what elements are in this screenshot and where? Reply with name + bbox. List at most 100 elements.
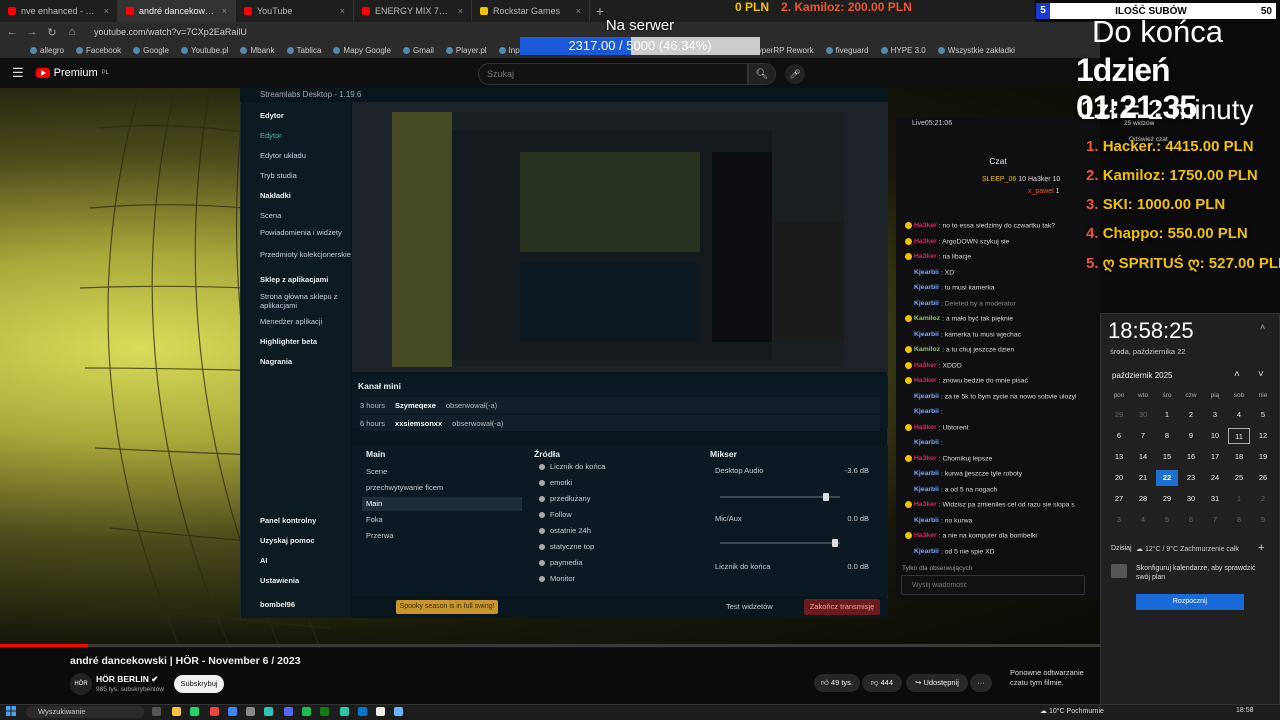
- bookmark-item[interactable]: Wszystkie zakładki: [937, 46, 1015, 55]
- url-field[interactable]: youtube.com/watch?v=7CXp2EaRailU: [94, 27, 247, 37]
- chat-username[interactable]: Ha3ker: [914, 362, 937, 369]
- chat-username[interactable]: Kjearbii: [914, 269, 939, 276]
- sidebar-item[interactable]: Edytor: [260, 131, 355, 140]
- calendar-day[interactable]: 7: [1204, 512, 1226, 528]
- chat-username[interactable]: Ha3ker: [914, 222, 937, 229]
- channel-name[interactable]: HÖR BERLIN ✔: [96, 674, 158, 685]
- scene-item[interactable]: Scene: [362, 465, 522, 479]
- search-input[interactable]: [479, 64, 719, 84]
- taskbar-search[interactable]: Wyszukiwanie: [26, 706, 144, 718]
- chat-username[interactable]: Kjearbii: [914, 408, 939, 415]
- voice-search-button[interactable]: 🎤︎: [785, 64, 805, 84]
- chat-username[interactable]: Kjearbii: [914, 439, 939, 446]
- calendar-day[interactable]: 9: [1252, 512, 1274, 528]
- subscribe-button[interactable]: Subskrybuj: [174, 675, 224, 693]
- close-icon[interactable]: ×: [340, 6, 345, 16]
- chat-username[interactable]: Ha3ker: [914, 424, 937, 431]
- calendar-day[interactable]: 15: [1156, 449, 1178, 465]
- share-button[interactable]: ↪ Udostępnij: [906, 674, 968, 692]
- sidebar-item[interactable]: Sklep z aplikacjami: [260, 275, 355, 284]
- chat-username[interactable]: Ha3ker: [914, 238, 937, 245]
- browser-tab[interactable]: andré dancekowski | HÖR - No ×: [118, 0, 236, 22]
- source-item[interactable]: przedłużany: [536, 492, 686, 506]
- chat-input[interactable]: [902, 576, 1082, 594]
- calendar-day[interactable]: 1: [1156, 407, 1178, 423]
- sidebar-item[interactable]: Powiadomienia i widżety: [260, 228, 355, 237]
- chat-username[interactable]: Kjearbii: [914, 393, 939, 400]
- calendar-day[interactable]: 29: [1108, 407, 1130, 423]
- source-item[interactable]: paymedia: [536, 556, 686, 570]
- bookmark-item[interactable]: fiveguard: [825, 46, 869, 55]
- bookmark-item[interactable]: Gmail: [403, 46, 434, 55]
- chat-username[interactable]: Ha3ker: [914, 501, 937, 508]
- calendar-day[interactable]: 10: [1204, 428, 1226, 444]
- calendar-day[interactable]: 24: [1204, 470, 1226, 486]
- forward-icon[interactable]: →: [26, 26, 38, 38]
- calendar-day[interactable]: 9: [1180, 428, 1202, 444]
- calendar-day[interactable]: 13: [1108, 449, 1130, 465]
- chat-username[interactable]: Kjearbii: [914, 300, 939, 307]
- chat-username[interactable]: Ha3ker: [914, 532, 937, 539]
- chat-username[interactable]: Ha3ker: [914, 455, 937, 462]
- calendar-day[interactable]: 21: [1132, 470, 1154, 486]
- chrome-icon[interactable]: [228, 707, 237, 716]
- calendar-day[interactable]: 30: [1132, 407, 1154, 423]
- source-item[interactable]: Licznik do końca: [536, 460, 686, 474]
- prev-month-icon[interactable]: ˄: [1234, 369, 1240, 380]
- calendar-day[interactable]: 30: [1180, 491, 1202, 507]
- app-icon-2[interactable]: [246, 707, 255, 716]
- back-icon[interactable]: ←: [6, 26, 18, 38]
- calendar-day[interactable]: 5: [1252, 407, 1274, 423]
- dislike-button[interactable]: 👎︎ 444: [862, 674, 902, 692]
- chat-username[interactable]: Ha3ker: [914, 253, 937, 260]
- calendar-day[interactable]: 5: [1156, 512, 1178, 528]
- volume-knob[interactable]: [832, 539, 839, 547]
- browser-tab[interactable]: YouTube ×: [236, 0, 354, 22]
- bookmark-item[interactable]: Google: [133, 46, 169, 55]
- calendar-day[interactable]: 1: [1228, 491, 1250, 507]
- calendar-day[interactable]: 3: [1108, 512, 1130, 528]
- close-icon[interactable]: ×: [104, 6, 109, 16]
- sidebar-item[interactable]: Highlighter beta: [260, 337, 355, 346]
- discord-icon[interactable]: [284, 707, 293, 716]
- app-icon-6[interactable]: [394, 707, 403, 716]
- chat-username[interactable]: Kjearbii: [914, 470, 939, 477]
- calendar-day[interactable]: 17: [1204, 449, 1226, 465]
- spooky-banner[interactable]: Spooky season is in full swing!: [396, 600, 498, 614]
- bookmark-item[interactable]: Facebook: [76, 46, 121, 55]
- calendar-day[interactable]: 22: [1156, 470, 1178, 486]
- calendar-day[interactable]: 19: [1252, 449, 1274, 465]
- sidebar-bottom-item[interactable]: Uzyskaj pomoc: [260, 536, 355, 545]
- calendar-day[interactable]: 25: [1228, 470, 1250, 486]
- expand-icon[interactable]: ˄: [1260, 322, 1265, 332]
- calendar-day[interactable]: 26: [1252, 470, 1274, 486]
- add-event-icon[interactable]: +: [1258, 542, 1264, 554]
- sidebar-bottom-item[interactable]: AI: [260, 556, 355, 565]
- calendar-day[interactable]: 31: [1204, 491, 1226, 507]
- calendar-day[interactable]: 16: [1180, 449, 1202, 465]
- calendar-month[interactable]: październik 2025: [1112, 371, 1172, 380]
- sidebar-item[interactable]: Nakładki: [260, 191, 355, 200]
- sidebar-bottom-item[interactable]: bombel96: [260, 600, 355, 609]
- chat-username[interactable]: Kjearbii: [914, 517, 939, 524]
- sidebar-item[interactable]: Edytor układu: [260, 151, 355, 160]
- volume-slider[interactable]: [720, 493, 840, 501]
- reload-icon[interactable]: ↻: [46, 26, 58, 39]
- more-actions-button[interactable]: ···: [970, 674, 992, 692]
- calendar-day[interactable]: 28: [1132, 491, 1154, 507]
- calendar-day[interactable]: 27: [1108, 491, 1130, 507]
- calendar-day[interactable]: 3: [1204, 407, 1226, 423]
- bookmark-item[interactable]: Mbank: [240, 46, 275, 55]
- scene-item[interactable]: przechwytywanie ficem: [362, 481, 522, 495]
- sidebar-item[interactable]: Strona główna sklepu z aplikacjami: [260, 292, 355, 310]
- sidebar-item[interactable]: Menedżer aplikacji: [260, 317, 355, 326]
- calendar-day[interactable]: 18: [1228, 449, 1250, 465]
- sidebar-item[interactable]: Przedmioty kolekcjonerskie: [260, 250, 355, 259]
- test-widgets-button[interactable]: Test widżetów: [726, 602, 773, 611]
- chat-username[interactable]: Kamiloz: [914, 346, 940, 353]
- calendar-day[interactable]: 23: [1180, 470, 1202, 486]
- calendar-day[interactable]: 4: [1132, 512, 1154, 528]
- channel-avatar[interactable]: HÖR: [70, 673, 92, 695]
- chat-username[interactable]: Kjearbii: [914, 548, 939, 555]
- calendar-day[interactable]: 8: [1228, 512, 1250, 528]
